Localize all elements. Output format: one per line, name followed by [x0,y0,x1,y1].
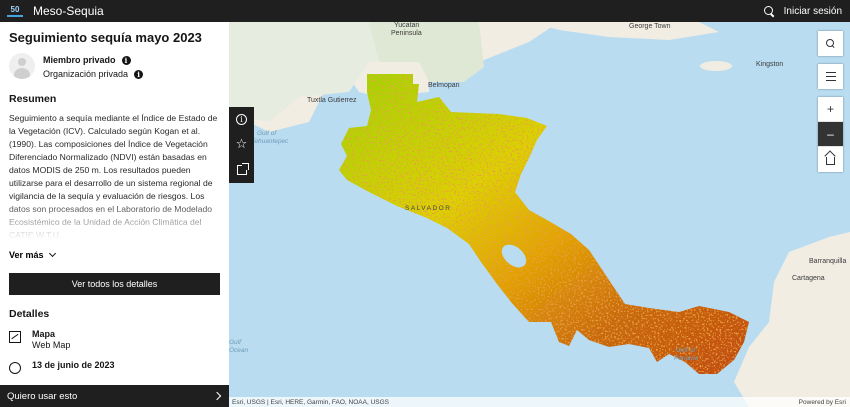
map-tool-strip: i ☆ [229,107,254,183]
minus-icon: – [827,127,834,141]
info-icon[interactable]: i [121,55,131,65]
map-label: SALVADOR [405,205,452,212]
item-details-sidebar: Seguimiento sequía mayo 2023 Miembro pri… [0,22,229,407]
item-date-row: 13 de junio de 2023 [9,360,220,374]
show-more-label: Ver más [9,250,44,260]
zoom-in-button[interactable]: + [818,97,843,122]
info-icon: i [236,114,247,125]
map-label: George Town [629,23,671,30]
map-label: Tehuantepec [251,138,289,145]
map-attribution: Esri, USGS | Esri, HERE, Garmin, FAO, NO… [229,397,850,407]
signin-link[interactable]: Iniciar sesión [784,6,842,17]
app-title: Meso-Sequia [33,4,104,18]
app-logo[interactable]: 50 [6,4,24,18]
chevron-right-icon [212,391,222,401]
star-icon: ☆ [235,137,248,152]
land-cuba [529,22,719,40]
attribution-text: Esri, USGS | Esri, HERE, Garmin, FAO, NO… [232,398,389,406]
zoom-out-button[interactable]: – [818,122,843,147]
owner-type: Miembro privado [43,55,116,65]
show-more-link[interactable]: Ver más [9,249,220,260]
item-type-sub: Web Map [32,340,71,350]
item-type-title: Mapa [32,329,56,339]
map-search-button[interactable] [818,31,843,56]
item-date: 13 de junio de 2023 [32,360,115,370]
chevron-down-icon [48,249,56,258]
plus-icon: + [826,102,834,116]
home-button[interactable] [818,147,843,172]
map-view[interactable]: Yucatan Peninsula George Town Kingston B… [229,22,850,407]
app-header: 50 Meso-Sequia Iniciar sesión [0,0,850,22]
list-icon [825,72,836,81]
share-icon [236,162,249,175]
favorite-button[interactable]: ☆ [229,132,254,157]
logo-line [7,14,23,17]
info-button[interactable]: i [229,107,254,132]
map-label: Gulf of [676,347,696,354]
search-icon[interactable] [763,5,775,17]
map-label: Gulf [229,339,241,346]
org-type: Organización privada [43,69,129,79]
map-label: Ocean [229,347,249,354]
view-all-details-button[interactable]: Ver todos los detalles [9,273,220,295]
logo-text: 50 [10,4,20,14]
summary-heading: Resumen [9,93,57,105]
clock-icon [9,362,21,374]
use-this-button[interactable]: Quiero usar esto [0,385,229,407]
use-this-label: Quiero usar esto [7,390,78,402]
search-icon [826,39,835,48]
map-label: Cartagena [792,275,825,282]
land-jamaica [700,61,732,71]
info-icon[interactable]: i [134,69,144,79]
map-legend-widget [818,64,843,89]
map-zoom-widget: + – [818,97,843,172]
powered-by-link[interactable]: Powered by Esri [799,399,846,406]
map-label: Belmopan [428,82,460,89]
map-search-widget [818,31,843,56]
map-label: Kingston [756,61,784,68]
map-label: Gulf of [257,130,277,137]
map-label: Tuxtla Gutierrez [307,97,357,104]
share-button[interactable] [229,157,254,182]
home-icon [826,157,835,165]
basemap [229,22,850,407]
details-heading: Detalles [9,308,50,320]
map-label: Yucatan [394,22,420,29]
summary-fade [9,200,220,240]
map-label: Panama [674,355,699,362]
avatar [9,53,35,79]
map-icon [9,331,21,343]
item-title: Seguimiento sequía mayo 2023 [9,30,202,45]
map-label: Barranquilla [809,258,847,265]
legend-button[interactable] [818,64,843,89]
map-label: Peninsula [391,30,422,37]
drought-raster [339,74,749,374]
item-type-row: Mapa Web Map [9,329,220,351]
owner-info: Miembro privado i Organización privada i [9,53,220,81]
